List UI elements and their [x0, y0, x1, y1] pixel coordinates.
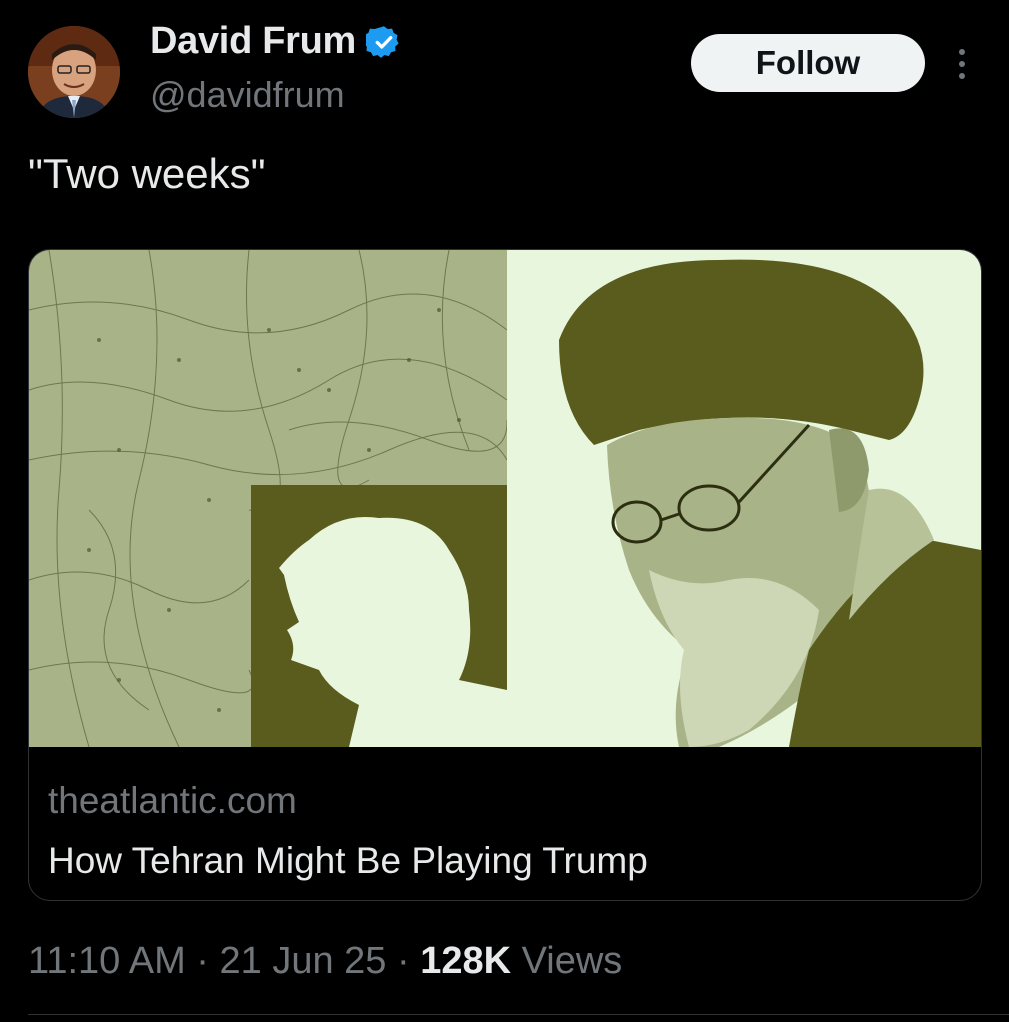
meta-separator: · — [185, 940, 220, 982]
card-image — [29, 250, 981, 747]
card-title[interactable]: How Tehran Might Be Playing Trump — [48, 840, 648, 882]
author-name-row: David Frum — [150, 20, 402, 63]
views-label: Views — [511, 940, 623, 982]
divider — [28, 1014, 1009, 1015]
tweet-text: "Two weeks" — [28, 150, 266, 197]
verified-badge-icon — [366, 25, 399, 58]
link-preview-card[interactable]: theatlantic.com How Tehran Might Be Play… — [28, 249, 982, 901]
tweet-meta: 11:10 AM · 21 Jun 25 · 128K Views — [28, 940, 622, 983]
avatar-image — [28, 26, 120, 118]
tweet-date[interactable]: 21 Jun 25 — [220, 940, 387, 983]
more-options-icon[interactable] — [948, 44, 976, 84]
meta-separator: · — [386, 940, 421, 982]
author-handle[interactable]: @davidfrum — [150, 74, 345, 116]
views-count[interactable]: 128K — [420, 940, 511, 983]
follow-button[interactable]: Follow — [691, 34, 925, 92]
card-domain: theatlantic.com — [48, 780, 297, 821]
author-display-name[interactable]: David Frum — [150, 20, 356, 63]
turban — [559, 259, 924, 445]
avatar[interactable] — [28, 26, 120, 118]
tweet-time[interactable]: 11:10 AM — [28, 940, 186, 983]
